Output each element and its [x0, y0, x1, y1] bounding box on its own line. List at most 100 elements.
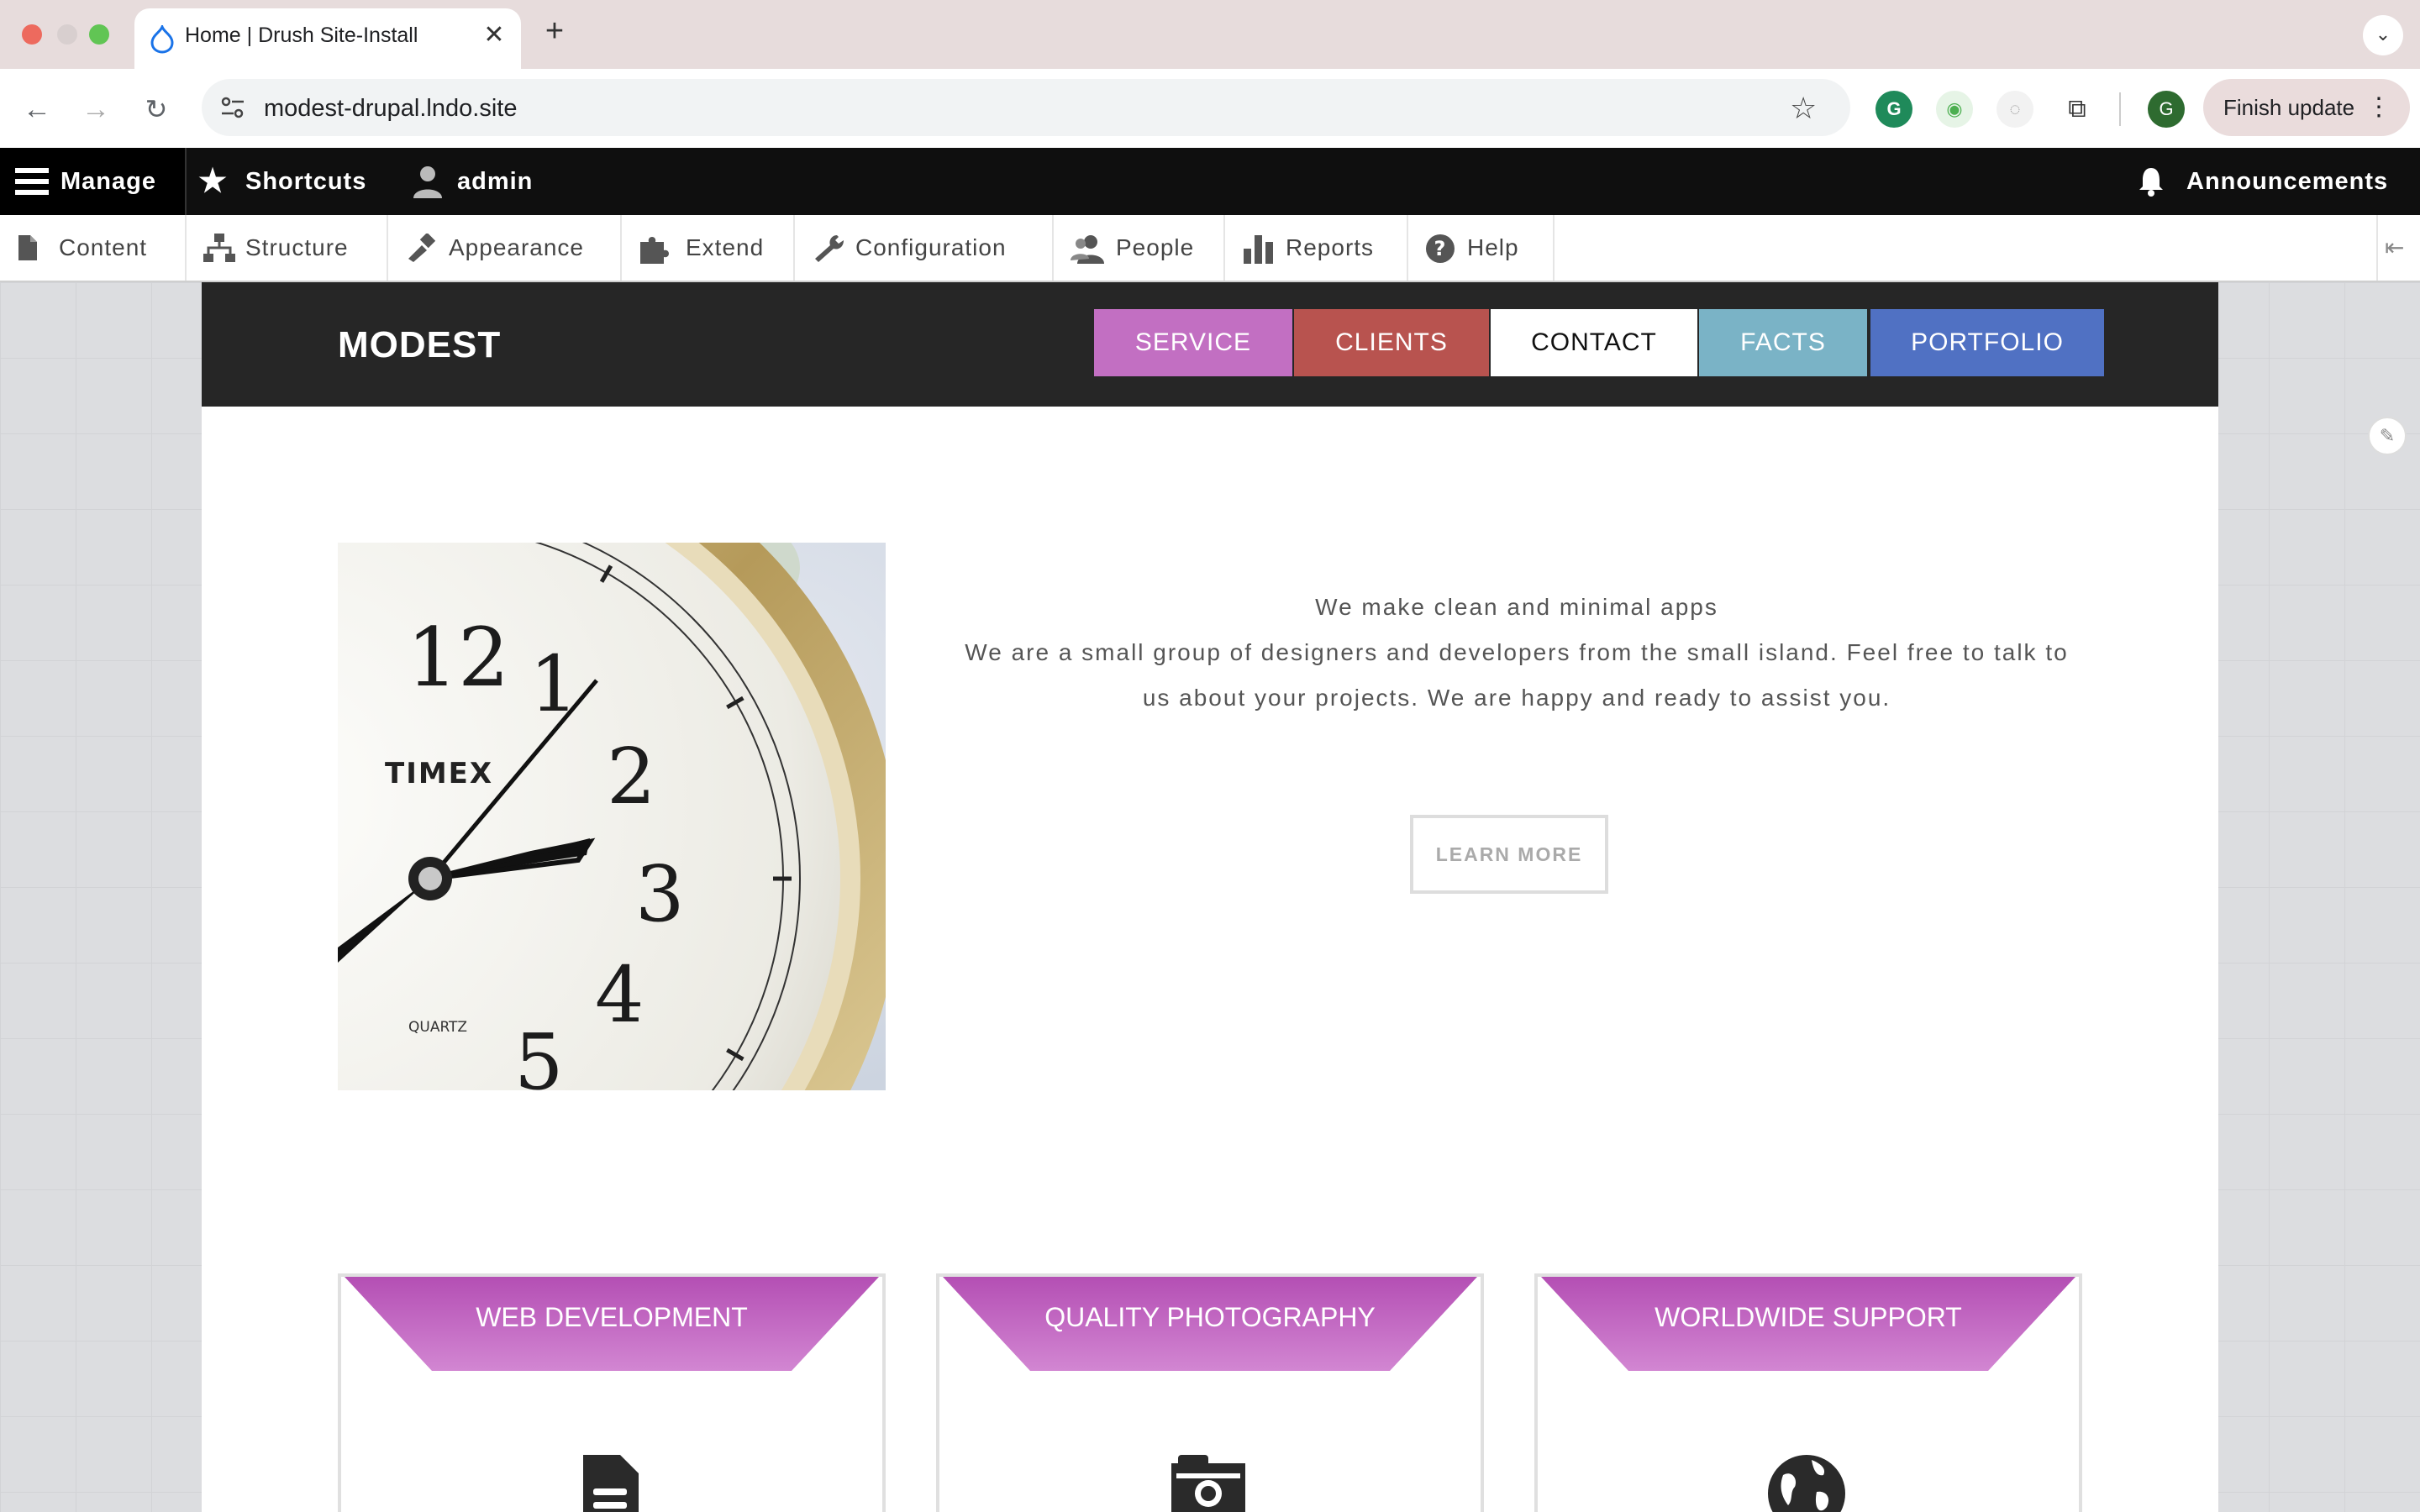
clock-brand: TIMEX: [385, 757, 493, 790]
toolbar-divider: [2119, 92, 2121, 126]
puzzle-icon: [640, 237, 669, 264]
tray-orientation-toggle[interactable]: ⇤: [2376, 215, 2420, 281]
extension-circle-icon[interactable]: ◌: [1996, 91, 2033, 128]
bell-icon: [2139, 168, 2163, 197]
tray-label-configuration: Configuration: [855, 234, 1007, 260]
back-arrow-icon[interactable]: ←: [17, 89, 57, 129]
feature-title: WEB DEVELOPMENT: [476, 1302, 748, 1332]
shortcuts-label: Shortcuts: [245, 168, 367, 195]
site-header: MODEST SERVICE CLIENTS CONTACT FACTS POR…: [202, 282, 2218, 407]
shortcuts-tab[interactable]: ★ Shortcuts: [198, 148, 375, 215]
menu-item-contact[interactable]: CONTACT: [1491, 309, 1697, 376]
star-icon: ★: [198, 164, 229, 199]
tray-item-content[interactable]: Content: [0, 215, 187, 281]
tray-label-extend: Extend: [686, 234, 765, 260]
profile-avatar[interactable]: G: [2148, 91, 2185, 128]
announcements-label: Announcements: [2186, 168, 2389, 195]
alarm-clock-image: 12 1 2 3 4 5 TIMEX QUARTZ: [338, 543, 886, 1090]
tray-item-reports[interactable]: Reports: [1225, 215, 1408, 281]
browser-tab-strip: Home | Drush Site-Install ✕ + ⌄: [0, 0, 2420, 69]
minimize-window-button[interactable]: [57, 24, 77, 45]
site-page: MODEST SERVICE CLIENTS CONTACT FACTS POR…: [202, 282, 2218, 1512]
clock-numeral-5: 5: [514, 1017, 564, 1090]
forward-arrow-icon[interactable]: →: [76, 89, 116, 129]
learn-more-button[interactable]: LEARN MORE: [1410, 815, 1608, 894]
tab-close-icon[interactable]: ✕: [479, 20, 509, 50]
hamburger-icon: [15, 168, 49, 195]
intro-body-line-1: We are a small group of designers and de…: [965, 639, 2069, 665]
admin-tray: Content Structure Appearance Extend Conf…: [0, 215, 2420, 282]
clock-sub: QUARTZ: [408, 1019, 467, 1036]
svg-text:?: ?: [1434, 237, 1447, 260]
user-tab[interactable]: admin: [412, 148, 555, 215]
tray-item-appearance[interactable]: Appearance: [388, 215, 622, 281]
announcements-tab[interactable]: Announcements: [2134, 148, 2412, 215]
orientation-arrow-icon: ⇤: [2385, 234, 2406, 260]
tab-title: Home | Drush Site-Install: [185, 24, 418, 47]
reload-icon[interactable]: ↻: [136, 89, 176, 129]
finish-update-button[interactable]: Finish update ⋮: [2203, 79, 2410, 136]
tray-label-help: Help: [1467, 234, 1519, 260]
tray-item-configuration[interactable]: Configuration: [795, 215, 1054, 281]
user-label: admin: [457, 168, 534, 195]
feature-card-worldwide-support: WORLDWIDE SUPPORT: [1534, 1273, 2082, 1512]
robot-extension-icon[interactable]: ◉: [1936, 91, 1973, 128]
feature-title: WORLDWIDE SUPPORT: [1655, 1302, 1962, 1332]
manage-label: Manage: [60, 168, 156, 195]
tray-label-appearance: Appearance: [449, 234, 585, 260]
paintbrush-icon: [408, 234, 436, 262]
feature-card-web-development: WEB DEVELOPMENT: [338, 1273, 886, 1512]
bar-chart-icon: [1244, 235, 1273, 264]
wrench-icon: [815, 235, 844, 262]
tray-item-extend[interactable]: Extend: [622, 215, 795, 281]
menu-item-facts[interactable]: FACTS: [1699, 309, 1867, 376]
feature-title: QUALITY PHOTOGRAPHY: [1044, 1302, 1376, 1332]
site-info-icon[interactable]: [220, 96, 245, 119]
finish-update-label: Finish update: [2223, 95, 2355, 120]
tray-label-structure: Structure: [245, 234, 349, 260]
address-bar[interactable]: modest-drupal.lndo.site ☆: [202, 79, 1850, 136]
menu-item-service[interactable]: SERVICE: [1094, 309, 1292, 376]
tray-label-people: People: [1116, 234, 1195, 260]
new-tab-button[interactable]: +: [534, 12, 575, 52]
user-icon: [413, 166, 442, 198]
tray-label-content: Content: [59, 234, 148, 260]
more-menu-icon[interactable]: ⋮: [2366, 79, 2391, 136]
people-icon: [1071, 235, 1104, 264]
file-icon: [18, 235, 37, 260]
menu-item-portfolio[interactable]: PORTFOLIO: [1870, 309, 2104, 376]
intro-text-block: We make clean and minimal apps We are a …: [916, 585, 2118, 721]
site-logo[interactable]: MODEST: [338, 324, 501, 366]
browser-tab[interactable]: Home | Drush Site-Install ✕: [134, 8, 521, 69]
edit-pencil-icon[interactable]: ✎: [2368, 417, 2407, 455]
tray-label-reports: Reports: [1286, 234, 1375, 260]
clock-illustration: 12 1 2 3 4 5 TIMEX QUARTZ: [338, 543, 886, 1090]
camera-icon: [1171, 1455, 1245, 1512]
intro-heading: We make clean and minimal apps: [1315, 594, 1718, 620]
drupal-favicon-icon: [150, 25, 174, 54]
tray-item-structure[interactable]: Structure: [187, 215, 388, 281]
admin-toolbar: Manage ★ Shortcuts admin Announcements: [0, 148, 2420, 215]
help-icon: ?: [1426, 234, 1455, 263]
tray-item-people[interactable]: People: [1054, 215, 1225, 281]
grammarly-extension-icon[interactable]: G: [1876, 91, 1912, 128]
tab-search-chevron-icon[interactable]: ⌄: [2363, 15, 2403, 55]
feature-card-quality-photography: QUALITY PHOTOGRAPHY: [936, 1273, 1484, 1512]
clock-numeral-2: 2: [607, 732, 656, 822]
menu-item-clients[interactable]: CLIENTS: [1294, 309, 1489, 376]
clock-numeral-4: 4: [595, 950, 644, 1040]
url-text: modest-drupal.lndo.site: [264, 95, 518, 122]
zoom-window-button[interactable]: [89, 24, 109, 45]
manage-tab[interactable]: Manage: [0, 148, 187, 215]
sitemap-icon: [203, 234, 235, 262]
clock-numeral-3: 3: [635, 849, 685, 939]
close-window-button[interactable]: [22, 24, 42, 45]
tray-item-help[interactable]: ? Help: [1408, 215, 1555, 281]
clock-numeral-12: 12: [407, 611, 509, 705]
intro-body-line-2: us about your projects. We are happy and…: [1142, 685, 1891, 711]
extensions-puzzle-icon[interactable]: ⧉: [2059, 91, 2096, 128]
document-icon: [583, 1455, 639, 1512]
clock-numeral-1: 1: [529, 639, 579, 729]
globe-icon: [1768, 1455, 1845, 1512]
bookmark-star-icon[interactable]: ☆: [1790, 91, 1817, 126]
